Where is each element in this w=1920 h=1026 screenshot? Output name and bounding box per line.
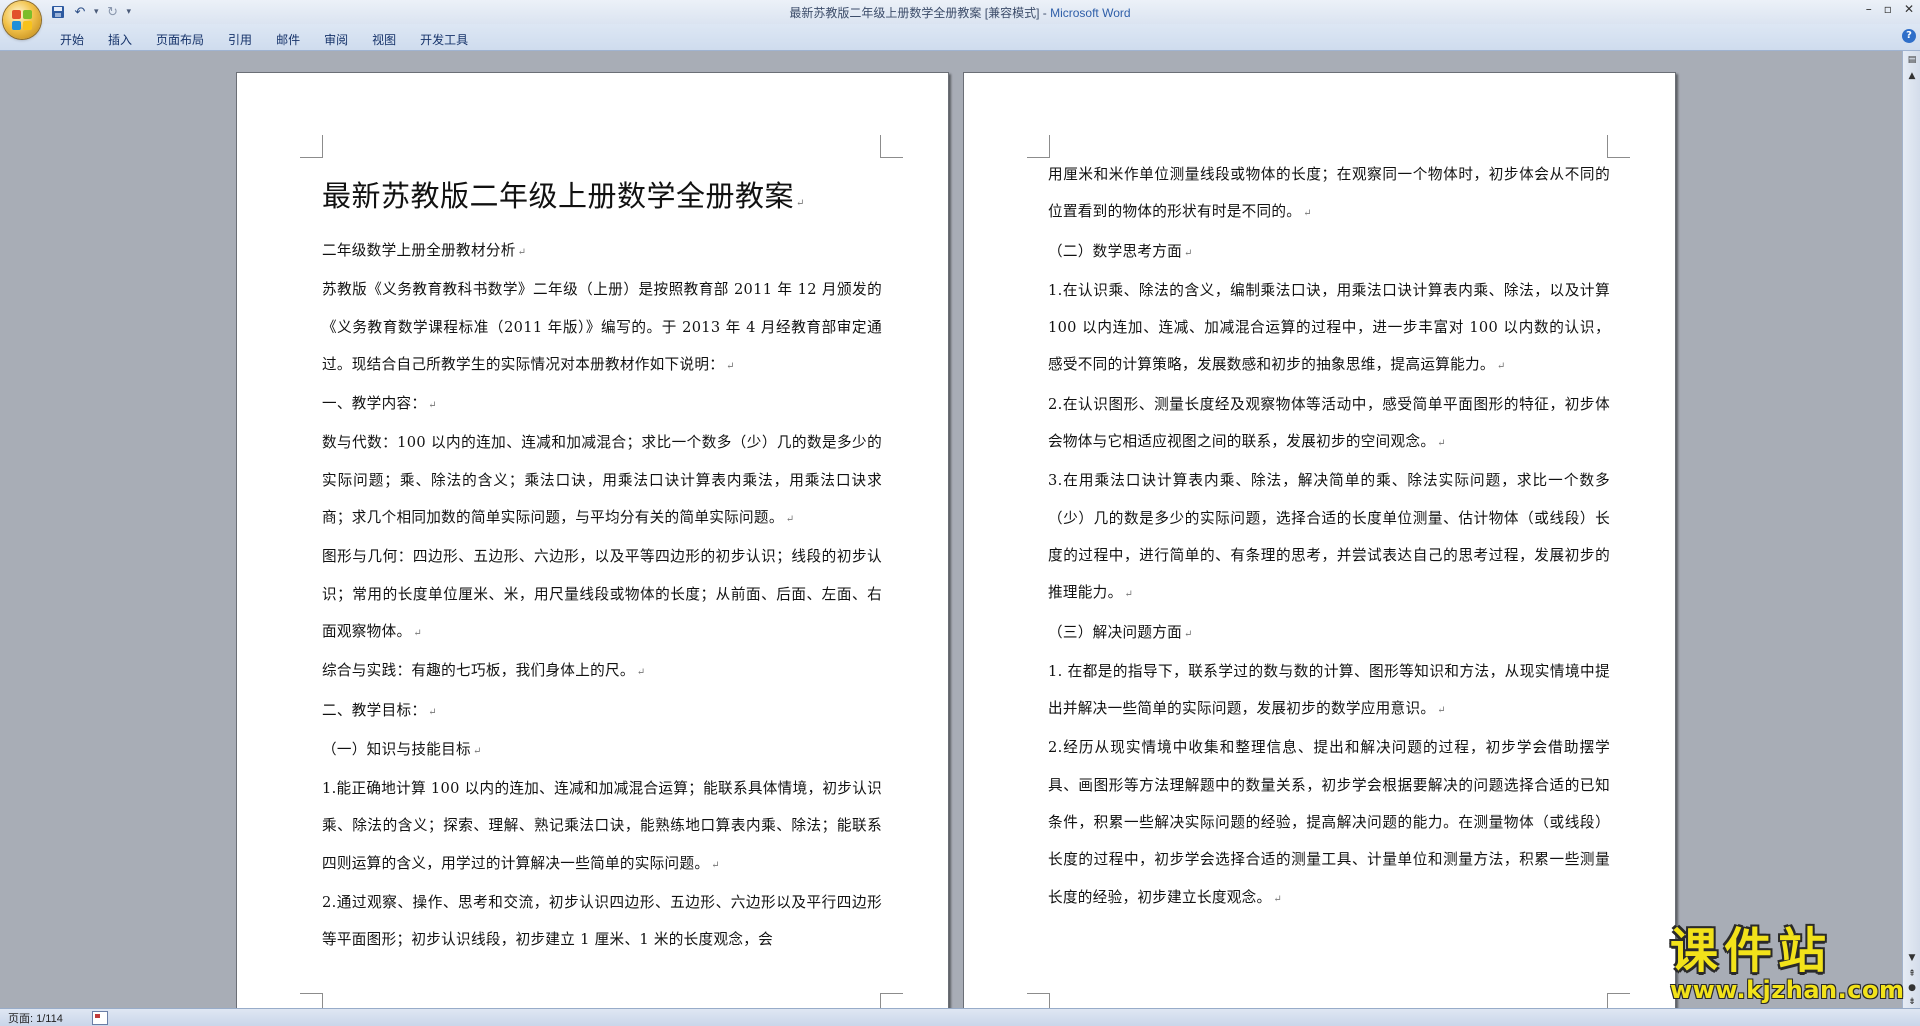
window-controls: – ▫ ✕	[1866, 2, 1914, 16]
ribbon-tabs: 开始 插入 页面布局 引用 邮件 审阅 视图 开发工具	[48, 29, 480, 50]
crop-mark	[300, 135, 323, 158]
paragraph: 2.经历从现实情境中收集和整理信息、提出和解决问题的过程，初步学会借助摆学具、画…	[1048, 729, 1610, 917]
paragraph: 2.在认识图形、测量长度经及观察物体等活动中，感受简单平面图形的特征，初步体会物…	[1048, 386, 1610, 463]
tab-page-layout[interactable]: 页面布局	[144, 29, 216, 50]
paragraph: 数与代数：100 以内的连加、连减和加减混合；求比一个数多（少）几的数是多少的实…	[322, 424, 882, 538]
vertical-scrollbar[interactable]: ▤ ▲ ▼ ⇞ ● ⇟	[1902, 51, 1920, 1008]
help-icon[interactable]: ?	[1902, 29, 1916, 43]
app-name: Microsoft Word	[1050, 6, 1131, 20]
paragraph: 1.能正确地计算 100 以内的连加、连减和加减混合运算；能联系具体情境，初步认…	[322, 770, 882, 884]
next-page-icon[interactable]: ⇟	[1905, 995, 1919, 1009]
tab-view[interactable]: 视图	[360, 29, 408, 50]
crop-mark	[300, 993, 323, 1008]
watermark-title: 课件站	[1670, 923, 1833, 979]
title-bar: ↶ ▾ ↻ ▾ 最新苏教版二年级上册数学全册教案 [兼容模式] - Micros…	[0, 0, 1920, 39]
page-indicator[interactable]: 页面: 1/114	[8, 1010, 63, 1026]
paragraph: 一、教学内容：	[322, 385, 882, 424]
crop-mark	[880, 135, 903, 158]
scroll-down-icon[interactable]: ▼	[1905, 951, 1919, 965]
crop-mark	[1027, 993, 1050, 1008]
tab-review[interactable]: 审阅	[312, 29, 360, 50]
paragraph: 1. 在都是的指导下，联系学过的数与数的计算、图形等知识和方法，从现实情境中提出…	[1048, 653, 1610, 730]
ribbon-tab-strip: 开始 插入 页面布局 引用 邮件 审阅 视图 开发工具 ?	[0, 24, 1920, 51]
ruler-toggle-icon[interactable]: ▤	[1905, 53, 1919, 67]
paragraph: （三）解决问题方面	[1048, 614, 1610, 653]
document-page-left[interactable]: 最新苏教版二年级上册数学全册教案 二年级数学上册全册教材分析 苏教版《义务教育教…	[236, 72, 949, 1008]
watermark-logo: 课件站 www.kjzhan.com	[1670, 925, 1905, 1007]
paragraph: 综合与实践：有趣的七巧板，我们身体上的尺。	[322, 652, 882, 691]
paragraph: 二、教学目标：	[322, 692, 882, 731]
scroll-up-icon[interactable]: ▲	[1905, 69, 1919, 83]
paragraph: 二年级数学上册全册教材分析	[322, 232, 882, 271]
browse-object-icon[interactable]: ●	[1905, 981, 1919, 995]
proofing-icon[interactable]	[92, 1011, 108, 1025]
maximize-icon[interactable]: ▫	[1884, 2, 1892, 16]
paragraph: 苏教版《义务教育教科书数学》二年级（上册）是按照教育部 2011 年 12 月颁…	[322, 271, 882, 385]
paragraph: 3.在用乘法口诀计算表内乘、除法，解决简单的乘、除法实际问题，求比一个数多（少）…	[1048, 462, 1610, 613]
crop-mark	[1607, 993, 1630, 1008]
paragraph: （一）知识与技能目标	[322, 731, 882, 770]
document-heading: 最新苏教版二年级上册数学全册教案	[322, 168, 882, 232]
minimize-icon[interactable]: –	[1866, 2, 1872, 16]
office-button[interactable]	[3, 1, 41, 39]
tab-insert[interactable]: 插入	[96, 29, 144, 50]
paragraph: 图形与几何：四边形、五边形、六边形，以及平等四边形的初步认识；线段的初步认识；常…	[322, 538, 882, 652]
status-bar: 页面: 1/114	[0, 1008, 1920, 1026]
paragraph: （二）数学思考方面	[1048, 233, 1610, 272]
crop-mark	[1027, 135, 1050, 158]
paragraph: 1.在认识乘、除法的含义，编制乘法口诀，用乘法口诀计算表内乘、除法，以及计算 1…	[1048, 272, 1610, 386]
document-workspace[interactable]: 最新苏教版二年级上册数学全册教案 二年级数学上册全册教材分析 苏教版《义务教育教…	[0, 51, 1902, 1008]
crop-mark	[880, 993, 903, 1008]
page-content: 用厘米和米作单位测量线段或物体的长度；在观察同一个物体时，初步体会从不同的位置看…	[1048, 156, 1610, 918]
paragraph: 用厘米和米作单位测量线段或物体的长度；在观察同一个物体时，初步体会从不同的位置看…	[1048, 156, 1610, 233]
tab-references[interactable]: 引用	[216, 29, 264, 50]
office-logo-icon	[12, 10, 32, 30]
document-page-right[interactable]: 用厘米和米作单位测量线段或物体的长度；在观察同一个物体时，初步体会从不同的位置看…	[963, 72, 1676, 1008]
tab-developer[interactable]: 开发工具	[408, 29, 480, 50]
page-content: 最新苏教版二年级上册数学全册教案 二年级数学上册全册教材分析 苏教版《义务教育教…	[322, 168, 882, 961]
close-icon[interactable]: ✕	[1904, 2, 1914, 16]
watermark-url: www.kjzhan.com	[1670, 976, 1905, 1004]
document-title: 最新苏教版二年级上册数学全册教案 [兼容模式] -	[789, 6, 1051, 20]
paragraph: 2.通过观察、操作、思考和交流，初步认识四边形、五边形、六边形以及平行四边形等平…	[322, 894, 882, 949]
window-title: 最新苏教版二年级上册数学全册教案 [兼容模式] - Microsoft Word	[0, 4, 1920, 21]
previous-page-icon[interactable]: ⇞	[1905, 967, 1919, 981]
tab-home[interactable]: 开始	[48, 29, 96, 50]
crop-mark	[1607, 135, 1630, 158]
tab-mailings[interactable]: 邮件	[264, 29, 312, 50]
